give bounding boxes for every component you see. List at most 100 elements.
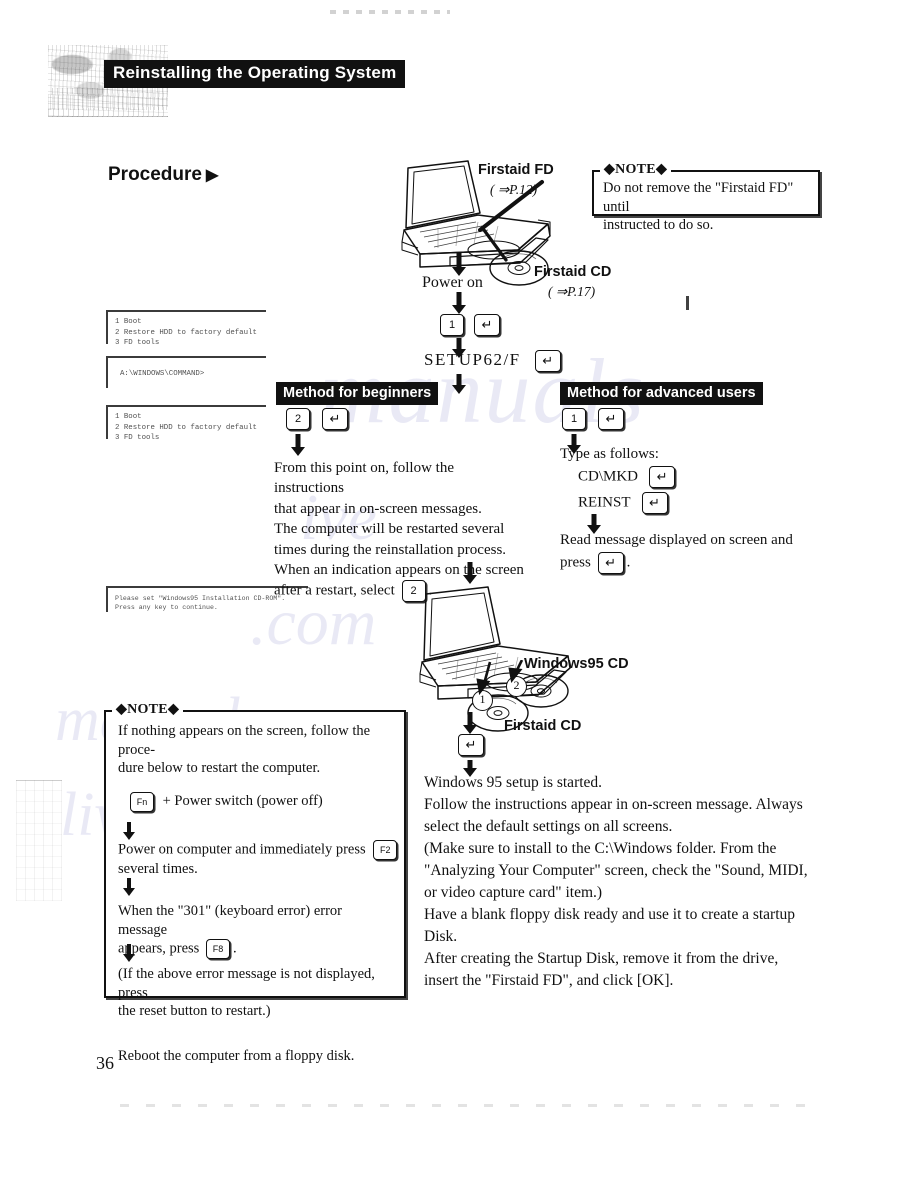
arrow-down [462,712,478,736]
scan-artifact-top [330,10,450,14]
key-enter[interactable]: ↵ [597,552,624,575]
terminal-prompt: A:\WINDOWS\COMMAND> [106,356,266,388]
label-method-beginners: Method for beginners [276,382,439,405]
final-line: Follow the instructions appear in on-scr… [424,796,803,813]
final-line: insert the "Firstaid FD", and click [OK]… [424,972,674,989]
arrow-down [122,822,136,842]
label-method-advanced: Method for advanced users [560,382,763,405]
keycap-group-1-enter: 1 ↵ [440,314,500,336]
final-line: (Make sure to install to the C:\Windows … [424,840,777,857]
note-bottom-step-3-suffix: . [232,940,237,957]
final-line: Disk. [424,928,458,945]
key-enter[interactable]: ↵ [458,734,484,756]
label-firstaid-cd-bottom: Firstaid CD [504,718,582,734]
arrow-down [451,292,467,316]
scan-mark [686,296,689,310]
advanced-command-2-text: REINST [578,494,631,511]
final-line: Have a blank floppy disk ready and use i… [424,906,796,923]
note-tag: ◆NOTE◆ [600,161,672,178]
scan-artifact-bottom [120,1104,820,1107]
terminal-line: 2 Restore HDD to factory default [115,423,257,432]
key-1[interactable]: 1 [440,314,464,336]
final-line: select the default settings on all scree… [424,818,673,835]
triangle-icon: ▶ [205,167,219,184]
key-2[interactable]: 2 [286,408,310,430]
beginners-line: times during the reinstallation process. [274,541,507,558]
keycap-group-1-enter-advanced: 1 ↵ [562,408,624,430]
terminal-menu-first: 1 Boot 2 Restore HDD to factory default … [106,310,266,347]
advanced-press-suffix: . [626,554,631,571]
beginners-instructions: From this point on, follow the instructi… [274,458,524,603]
note-bottom-step-1: Fn + Power switch (power off) [118,791,394,812]
key-fn[interactable]: Fn [130,791,154,812]
arrow-down [122,944,136,964]
arrow-down [122,878,136,898]
ref-firstaid-cd-top: ( ⇒P.17) [548,284,596,299]
terminal-line: 2 Restore HDD to factory default [115,328,257,337]
note-bottom-paren-1: (If the above error message is not displ… [118,966,375,1001]
key-f8[interactable]: F8 [205,939,230,960]
note-bottom-paren-2: the reset button to restart.) [118,1003,271,1020]
terminal-line: Press any key to continue. [115,604,218,612]
note-bottom-intro-2: dure below to restart the computer. [118,760,321,777]
note-box-top: ◆NOTE◆ Do not remove the "Firstaid FD" u… [592,161,820,233]
note-bottom-step-3-line-1: When the "301" (keyboard error) error me… [118,903,342,938]
beginners-line: When an indication appears on the screen [274,561,524,578]
terminal-line: 3 FD tools [115,434,160,443]
terminal-line: 1 Boot [115,413,142,421]
key-enter[interactable]: ↵ [322,408,348,430]
scan-smudge-lower [48,88,168,117]
advanced-read-line: Read message displayed on screen and [560,532,793,548]
terminal-menu-second: 1 Boot 2 Restore HDD to factory default … [106,405,266,442]
arrow-down [451,374,467,396]
callout-line-firstaid-cd [482,228,508,262]
terminal-line: 3 FD tools [115,339,160,348]
note-bottom-step-2-suffix: several times. [118,860,198,877]
manual-page: manuals ive .com manuals live Reinstalli… [0,0,918,1188]
key-enter[interactable]: ↵ [641,492,668,514]
section-header: Reinstalling the Operating System [104,60,406,88]
terminal-line: 1 Boot [115,318,142,326]
ref-firstaid-fd: ( ⇒P.12) [490,182,538,197]
advanced-command-2: REINST ↵ [578,492,668,514]
scan-artifact-left [16,780,62,901]
key-1[interactable]: 1 [562,408,586,430]
keycap-enter-bottom: ↵ [458,734,484,756]
beginners-line: that appear in on-screen messages. [274,500,482,517]
setup-command-text: SETUP62/F [424,350,521,369]
label-windows95-cd: Windows95 CD [524,656,629,672]
arrow-down [290,434,306,458]
beginners-line: From this point on, follow the instructi… [274,460,454,497]
advanced-command-1: CD\MKD ↵ [578,466,676,488]
page-number: 36 [96,1053,114,1073]
key-enter[interactable]: ↵ [649,466,676,488]
note-bottom-step-4: Reboot the computer from a floppy disk. [118,1047,355,1064]
beginners-last-prefix: after a restart, select [274,582,395,599]
final-instructions: Windows 95 setup is started. Follow the … [424,772,836,992]
label-firstaid-fd: Firstaid FD [478,162,554,178]
advanced-press-prefix: press [560,554,591,571]
note-bottom-step-2-prefix: Power on computer and immediately press [118,840,366,857]
note-bottom-step-1-text: + Power switch (power off) [162,792,323,809]
beginners-line: The computer will be restarted several [274,521,505,538]
note-top-line-1: Do not remove the "Firstaid FD" until [603,180,794,215]
advanced-press-line: press ↵. [560,552,840,575]
arrow-down [451,252,467,278]
final-line: After creating the Startup Disk, remove … [424,950,779,967]
note-bottom-step-2: Power on computer and immediately press … [118,839,398,860]
final-line: "Analyzing Your Computer" screen, check … [424,862,808,879]
note-box-bottom: ◆NOTE◆ If nothing appears on the screen,… [104,701,406,1064]
note-tag: ◆NOTE◆ [112,701,184,718]
advanced-type-label: Type as follows: [560,446,659,462]
final-line: or video capture card" item.) [424,884,603,901]
label-firstaid-cd-top: Firstaid CD [534,264,612,280]
key-enter[interactable]: ↵ [534,350,561,373]
note-bottom-intro-1: If nothing appears on the screen, follow… [118,723,371,758]
terminal-line: A:\WINDOWS\COMMAND> [120,370,205,378]
note-bottom-step-3-line-2: appears, press F8. [118,939,394,960]
key-f2[interactable]: F2 [373,839,398,860]
key-enter[interactable]: ↵ [598,408,624,430]
callout-arrows-discs [476,660,524,696]
key-enter[interactable]: ↵ [474,314,500,336]
page-title: Procedure ▶ [108,164,218,186]
